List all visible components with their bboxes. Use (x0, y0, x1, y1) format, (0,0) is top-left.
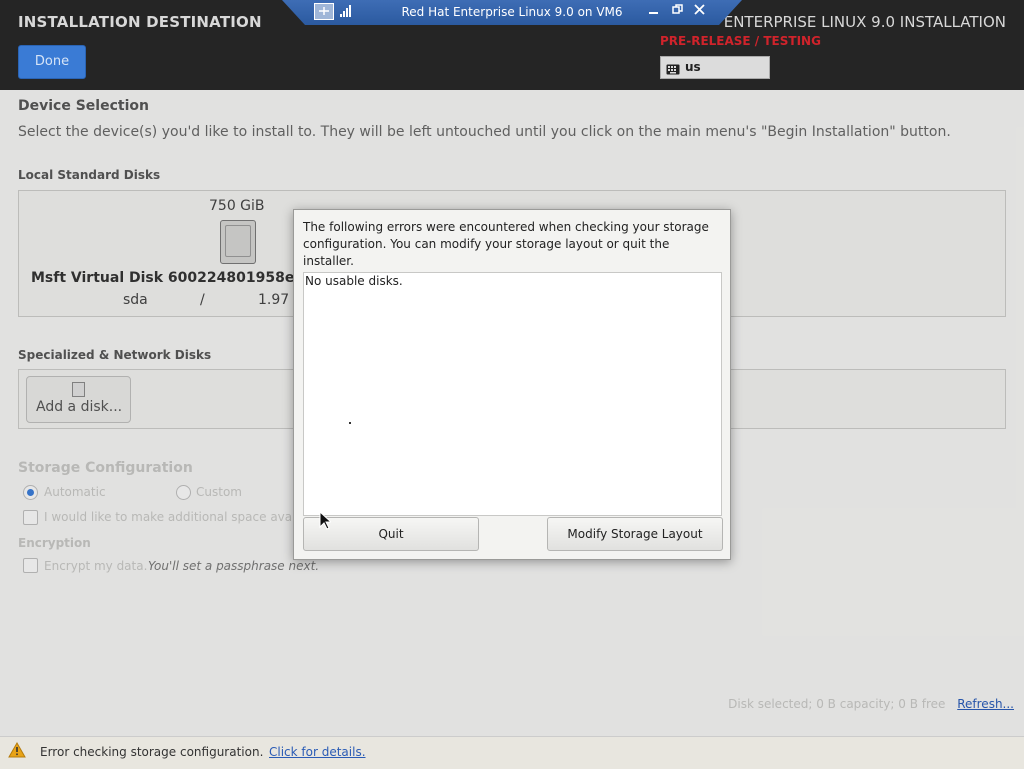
restore-icon[interactable] (672, 4, 683, 19)
keyboard-layout-label: us (685, 60, 701, 74)
dot-marker (349, 422, 351, 424)
status-bar: Error checking storage configuration. Cl… (0, 736, 1024, 769)
storage-error-dialog: The following errors were encountered wh… (293, 209, 731, 560)
done-button[interactable]: Done (18, 45, 86, 79)
keyboard-layout-indicator[interactable]: us (660, 56, 770, 79)
error-text: No usable disks. (305, 274, 403, 288)
screen-title: INSTALLATION DESTINATION (18, 13, 262, 31)
close-icon[interactable] (694, 4, 705, 19)
mouse-cursor-icon (319, 510, 333, 534)
modify-storage-layout-button[interactable]: Modify Storage Layout (547, 517, 723, 551)
keyboard-icon (666, 61, 680, 82)
status-message: Error checking storage configuration. (40, 745, 264, 759)
error-details-box[interactable]: No usable disks. (303, 272, 722, 516)
minimize-icon[interactable] (648, 4, 659, 19)
dialog-message: The following errors were encountered wh… (303, 220, 709, 268)
details-link[interactable]: Click for details. (269, 745, 366, 759)
product-title: ENTERPRISE LINUX 9.0 INSTALLATION (723, 13, 1006, 31)
prerelease-label: PRE-RELEASE / TESTING (660, 34, 821, 48)
warning-icon (8, 741, 26, 762)
vm-title-bar[interactable]: Red Hat Enterprise Linux 9.0 on VM6 (282, 0, 742, 25)
